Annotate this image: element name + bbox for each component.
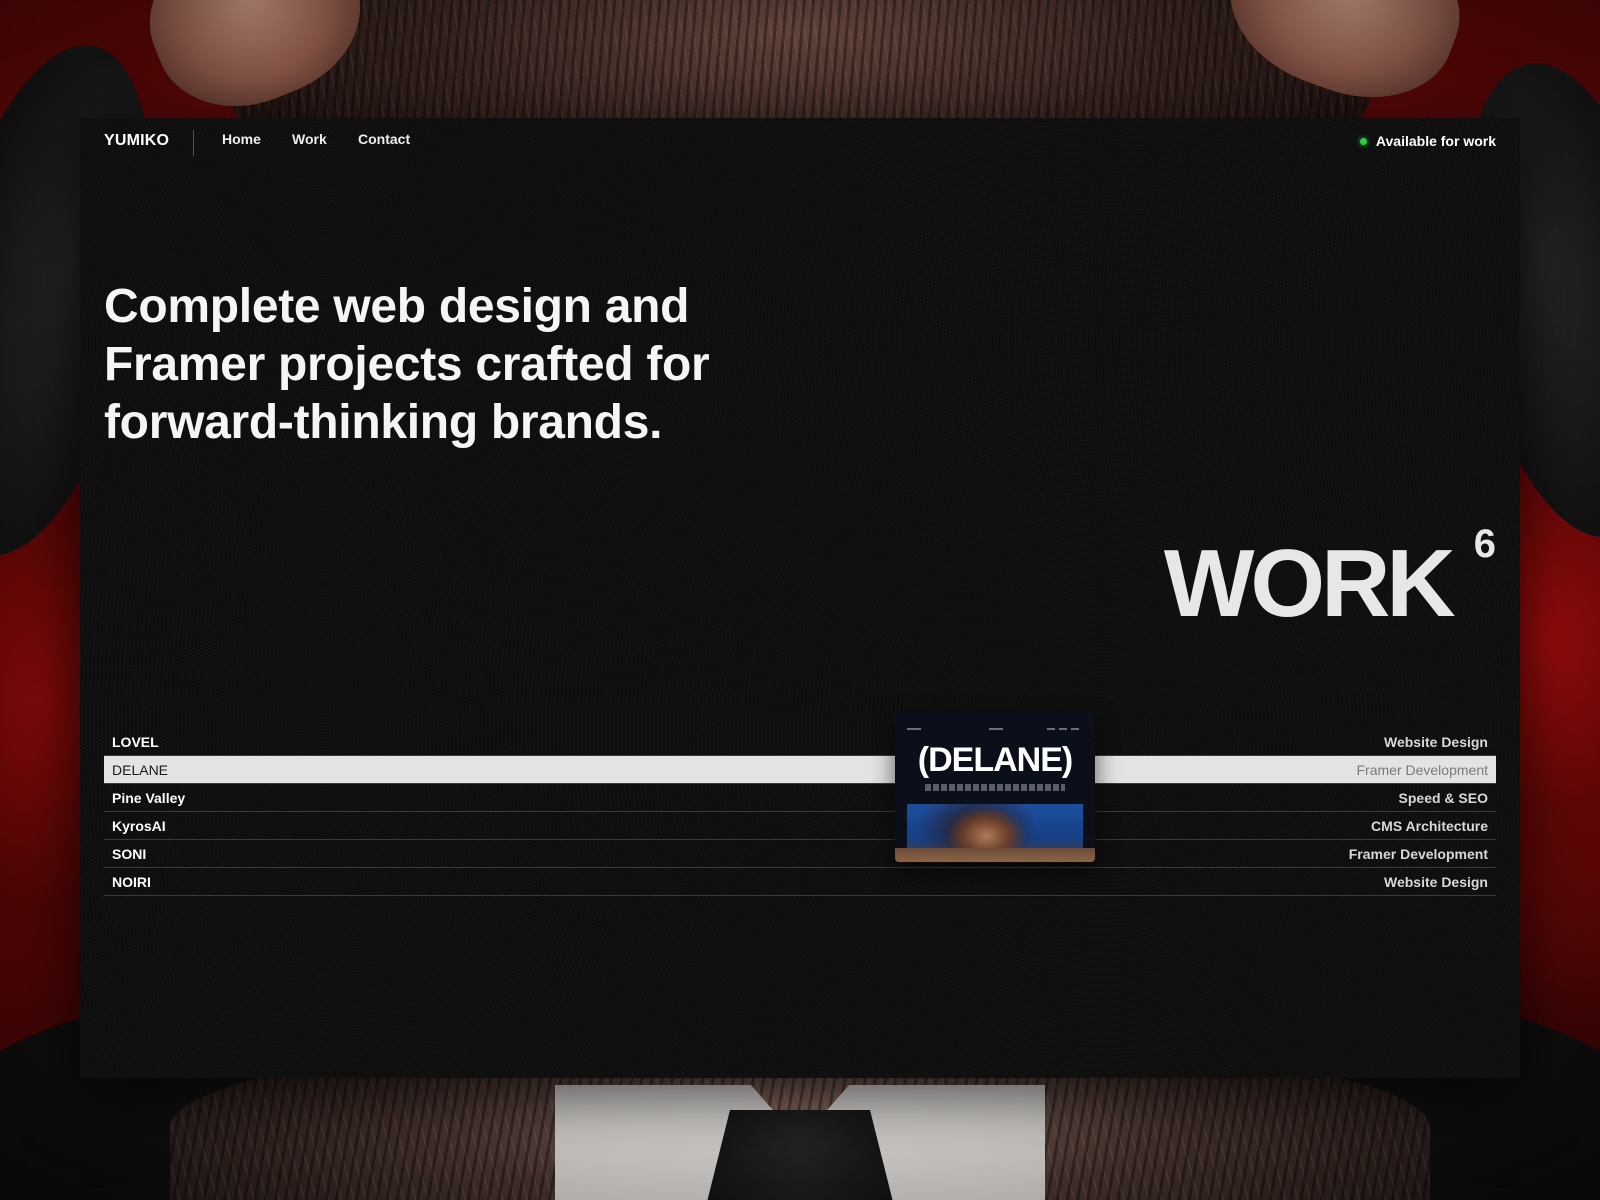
- logo[interactable]: YUMIKO: [104, 132, 169, 150]
- project-name: DELANE: [112, 761, 169, 778]
- project-row-lovel[interactable]: LOVEL Website Design: [104, 728, 1496, 756]
- nav-divider: [193, 130, 194, 156]
- nav-work-link[interactable]: Work: [292, 131, 327, 147]
- project-service: Website Design: [1384, 873, 1488, 890]
- preview-nav: [907, 726, 1083, 732]
- project-service: Framer Development: [1356, 761, 1489, 778]
- project-list: LOVEL Website Design DELANE Framer Devel…: [104, 728, 1496, 896]
- availability-status: Available for work: [1359, 133, 1496, 149]
- availability-label: Available for work: [1375, 133, 1496, 149]
- project-service: Website Design: [1384, 733, 1488, 750]
- work-heading: WORK 6: [1163, 524, 1496, 637]
- website-window: YUMIKO Home Work Contact Available for w…: [80, 118, 1520, 1078]
- work-count: 6: [1473, 522, 1496, 566]
- nav-home-link[interactable]: Home: [222, 131, 261, 147]
- navbar: YUMIKO Home Work Contact Available for w…: [104, 130, 1496, 162]
- project-service: Framer Development: [1348, 845, 1488, 862]
- hero-heading: Complete web design and Framer projects …: [104, 280, 710, 449]
- preview-subtext: [925, 784, 1065, 791]
- project-name: LOVEL: [112, 733, 159, 750]
- nav-contact-link[interactable]: Contact: [358, 131, 410, 147]
- project-name: Pine Valley: [112, 789, 186, 806]
- preview-title: (DELANE): [917, 741, 1073, 779]
- work-title: WORK: [1163, 530, 1456, 637]
- project-name: KyrosAI: [112, 817, 166, 834]
- project-row-kyrosai[interactable]: KyrosAI CMS Architecture: [104, 812, 1496, 840]
- project-preview-card[interactable]: (DELANE): [895, 712, 1095, 862]
- project-row-noiri[interactable]: NOIRI Website Design: [104, 868, 1496, 896]
- project-row-pine-valley[interactable]: Pine Valley Speed & SEO: [104, 784, 1496, 812]
- project-service: CMS Architecture: [1371, 817, 1488, 834]
- project-name: NOIRI: [112, 873, 151, 890]
- project-name: SONI: [112, 845, 147, 862]
- project-row-soni[interactable]: SONI Framer Development: [104, 840, 1496, 868]
- preview-footer: [895, 848, 1095, 862]
- status-dot-icon: [1359, 137, 1367, 145]
- project-service: Speed & SEO: [1398, 789, 1488, 806]
- project-row-delane[interactable]: DELANE Framer Development: [104, 756, 1496, 784]
